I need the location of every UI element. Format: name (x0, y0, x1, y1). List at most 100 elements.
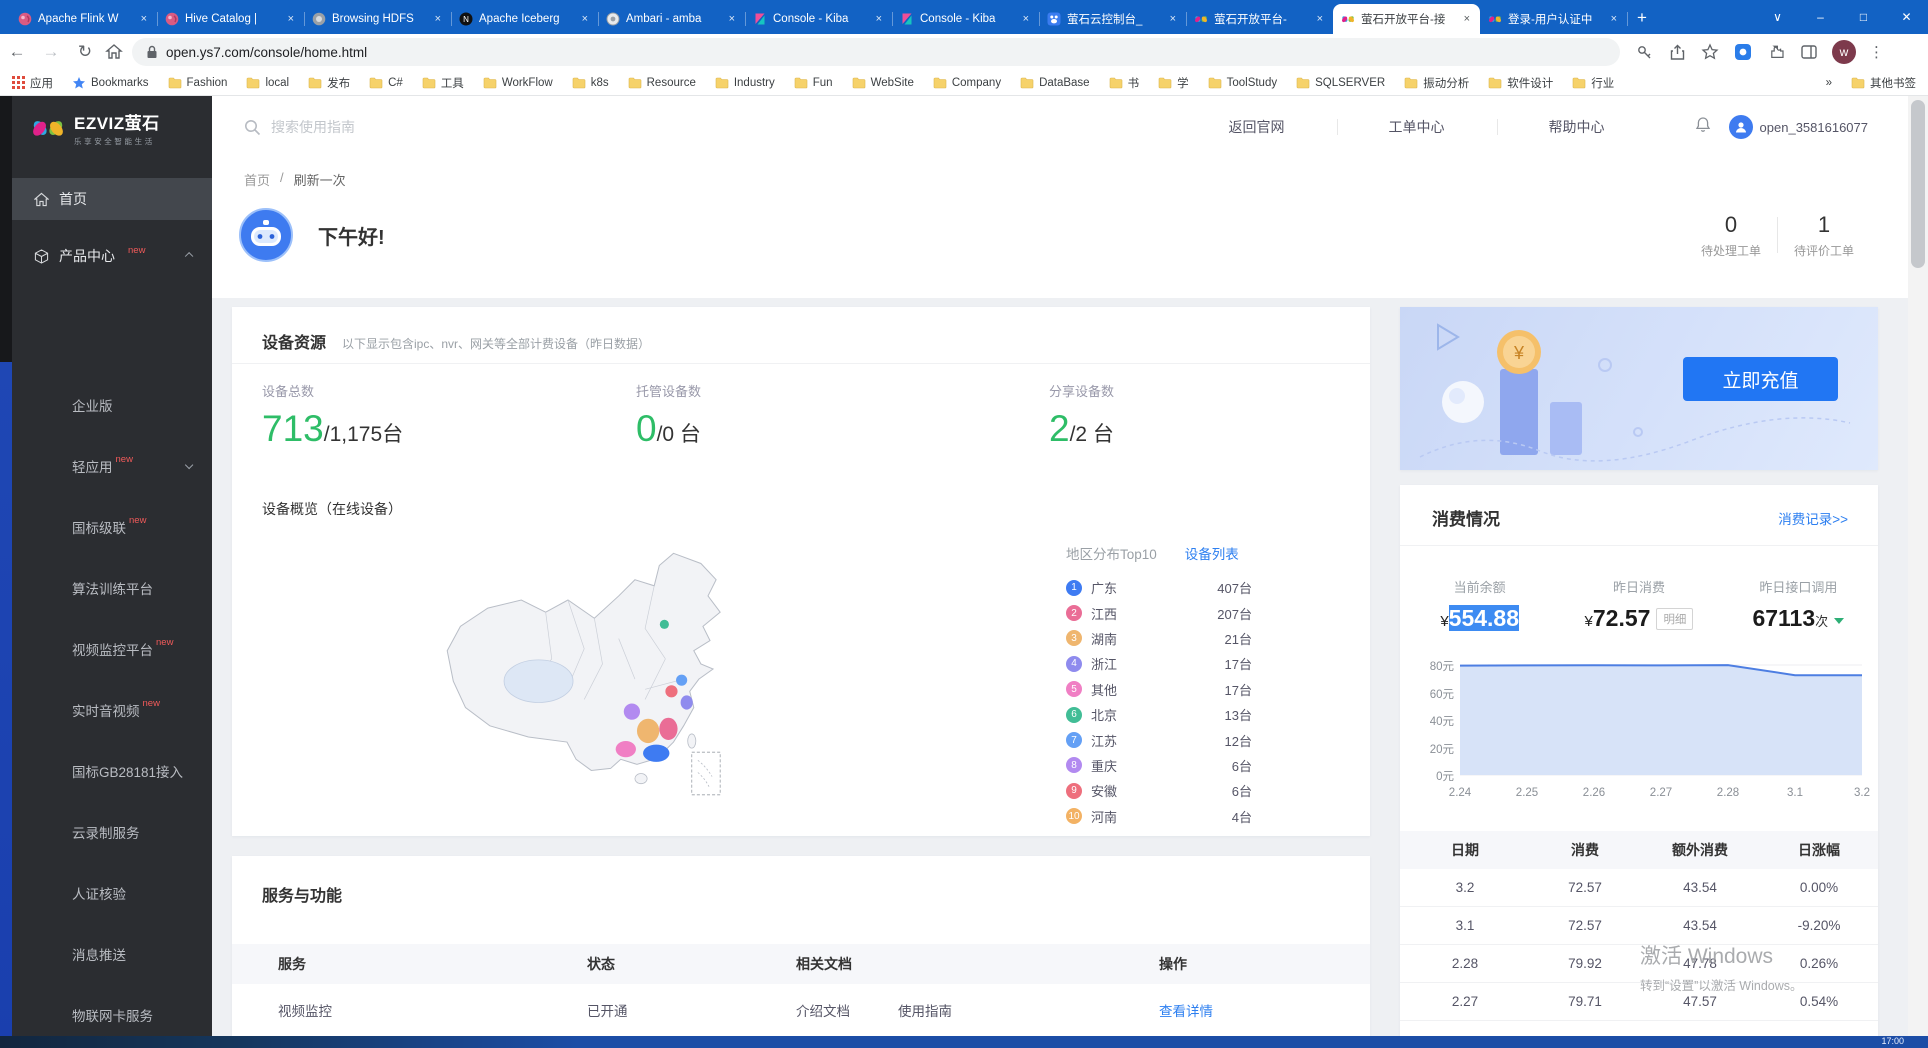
tab-close-icon[interactable]: × (1462, 13, 1472, 25)
recharge-button[interactable]: 立即充值 (1683, 357, 1838, 401)
detail-tag-button[interactable]: 明细 (1656, 608, 1693, 630)
bookmark-9[interactable]: Resource (628, 77, 696, 89)
sidebar-subitem-9[interactable]: 消息推送 (12, 923, 212, 984)
doc-link[interactable]: 使用指南 (898, 1000, 952, 1020)
side-panel-icon[interactable] (1799, 42, 1819, 62)
bookmark-15[interactable]: 书 (1109, 75, 1140, 91)
sidebar-subitem-2[interactable]: 国标级联new (12, 496, 212, 557)
share-icon[interactable] (1667, 42, 1687, 62)
bookmark-7[interactable]: WorkFlow (483, 77, 553, 89)
bookmark-0[interactable]: 应用 (12, 75, 53, 91)
back-button[interactable]: ← (0, 42, 34, 62)
notification-bell-icon[interactable] (1695, 116, 1711, 138)
sidebar-subitem-7[interactable]: 云录制服务 (12, 801, 212, 862)
other-bookmarks[interactable]: 其他书签 (1851, 75, 1916, 91)
bookmark-1[interactable]: Bookmarks (72, 76, 149, 90)
link-official-site[interactable]: 返回官网 (1177, 117, 1337, 137)
bookmark-18[interactable]: SQLSERVER (1296, 77, 1385, 89)
sidebar-subitem-1[interactable]: 轻应用new (12, 435, 212, 496)
bookmark-star-icon[interactable] (1700, 42, 1720, 62)
bookmark-16[interactable]: 学 (1158, 75, 1189, 91)
tab-close-icon[interactable]: × (1609, 13, 1619, 25)
bookmark-19[interactable]: 振动分析 (1404, 75, 1469, 91)
pinned-extension-icon[interactable] (1733, 42, 1753, 62)
restore-button[interactable]: □ (1842, 0, 1885, 34)
sidebar-subitem-5[interactable]: 实时音视频new (12, 679, 212, 740)
bookmark-4[interactable]: 发布 (308, 75, 350, 91)
link-help-center[interactable]: 帮助中心 (1497, 117, 1657, 137)
sidebar-item-home[interactable]: 首页 (12, 178, 212, 220)
new-tab-button[interactable]: + (1637, 8, 1647, 28)
bookmark-20[interactable]: 软件设计 (1488, 75, 1553, 91)
tab-close-icon[interactable]: × (874, 13, 884, 25)
address-bar[interactable]: open.ys7.com/console/home.html (132, 38, 1620, 66)
sidebar-subitem-3[interactable]: 算法训练平台 (12, 557, 212, 618)
sidebar-item-product-center[interactable]: 产品中心 new (12, 232, 212, 280)
scrollbar-thumb[interactable] (1911, 100, 1925, 268)
sidebar-subitem-8[interactable]: 人证核验 (12, 862, 212, 923)
user-chip[interactable]: open_3581616077 (1729, 115, 1868, 139)
extensions-puzzle-icon[interactable] (1766, 42, 1786, 62)
bookmark-13[interactable]: Company (933, 77, 1001, 89)
bookmark-3[interactable]: local (246, 77, 289, 89)
search-input[interactable] (271, 119, 571, 135)
tab-close-icon[interactable]: × (1315, 13, 1325, 25)
pending-tickets[interactable]: 0 待处理工单 (1685, 212, 1777, 259)
device-list-link[interactable]: 设备列表 (1185, 543, 1239, 563)
bookmark-10[interactable]: Industry (715, 77, 775, 89)
browser-tab-6[interactable]: Console - Kiba× (892, 4, 1039, 34)
doc-link[interactable]: 介绍文档 (796, 1000, 850, 1020)
sidebar-subitem-6[interactable]: 国标GB28181接入 (12, 740, 212, 801)
bookmark-14[interactable]: DataBase (1020, 77, 1090, 89)
tab-close-icon[interactable]: × (286, 13, 296, 25)
browser-tab-1[interactable]: Hive Catalog |× (157, 4, 304, 34)
minimize-button[interactable]: – (1799, 0, 1842, 34)
key-icon[interactable] (1634, 42, 1654, 62)
page-scrollbar[interactable] (1908, 96, 1928, 1036)
tab-close-icon[interactable]: × (1168, 13, 1178, 25)
close-button[interactable]: ✕ (1885, 0, 1928, 34)
reload-button[interactable]: ↻ (68, 42, 102, 62)
browser-tab-3[interactable]: NApache Iceberg× (451, 4, 598, 34)
tab-search-icon[interactable]: ∨ (1756, 0, 1799, 34)
home-icon[interactable] (104, 42, 124, 62)
china-map[interactable] (432, 535, 777, 803)
browser-tab-0[interactable]: Apache Flink W× (10, 4, 157, 34)
bookmarks-overflow-chevron[interactable]: » (1826, 77, 1832, 89)
bookmark-5[interactable]: C# (369, 77, 403, 89)
forward-button[interactable]: → (34, 42, 68, 62)
bookmark-17[interactable]: ToolStudy (1208, 77, 1278, 89)
tab-close-icon[interactable]: × (580, 13, 590, 25)
bookmark-21[interactable]: 行业 (1572, 75, 1614, 91)
bookmark-8[interactable]: k8s (572, 77, 609, 89)
sidebar-subitem-0[interactable]: 企业版 (12, 374, 212, 435)
robot-avatar (238, 207, 294, 263)
search-box[interactable] (244, 119, 571, 136)
bookmark-6[interactable]: 工具 (422, 75, 464, 91)
view-details-link[interactable]: 查看详情 (1159, 1004, 1213, 1019)
browser-profile-avatar[interactable]: w (1832, 40, 1856, 64)
tab-close-icon[interactable]: × (139, 13, 149, 25)
spend-area-chart[interactable] (1460, 659, 1862, 783)
tab-close-icon[interactable]: × (433, 13, 443, 25)
consumption-records-link[interactable]: 消费记录>> (1778, 508, 1848, 528)
link-ticket-center[interactable]: 工单中心 (1337, 117, 1497, 137)
breadcrumb-home[interactable]: 首页 (244, 170, 270, 189)
review-tickets[interactable]: 1 待评价工单 (1778, 212, 1870, 259)
bookmark-11[interactable]: Fun (794, 77, 833, 89)
sidebar-subitem-4[interactable]: 视频监控平台new (12, 618, 212, 679)
ezviz-logo[interactable]: EZVIZ萤石 乐享安全智能生活 (12, 96, 212, 160)
browser-tab-10[interactable]: 登录-用户认证中× (1480, 4, 1627, 34)
tab-close-icon[interactable]: × (727, 13, 737, 25)
browser-tab-9[interactable]: 萤石开放平台-接× (1333, 4, 1480, 34)
browser-tab-4[interactable]: Ambari - amba× (598, 4, 745, 34)
browser-tab-5[interactable]: Console - Kiba× (745, 4, 892, 34)
browser-menu-icon[interactable]: ⋮ (1869, 43, 1884, 61)
bookmark-2[interactable]: Fashion (168, 77, 228, 89)
browser-tab-8[interactable]: 萤石开放平台-× (1186, 4, 1333, 34)
browser-tab-7[interactable]: 萤石云控制台_× (1039, 4, 1186, 34)
browser-tab-2[interactable]: Browsing HDFS× (304, 4, 451, 34)
bookmark-12[interactable]: WebSite (852, 77, 914, 89)
tab-close-icon[interactable]: × (1021, 13, 1031, 25)
dropdown-triangle-icon[interactable] (1834, 618, 1844, 624)
